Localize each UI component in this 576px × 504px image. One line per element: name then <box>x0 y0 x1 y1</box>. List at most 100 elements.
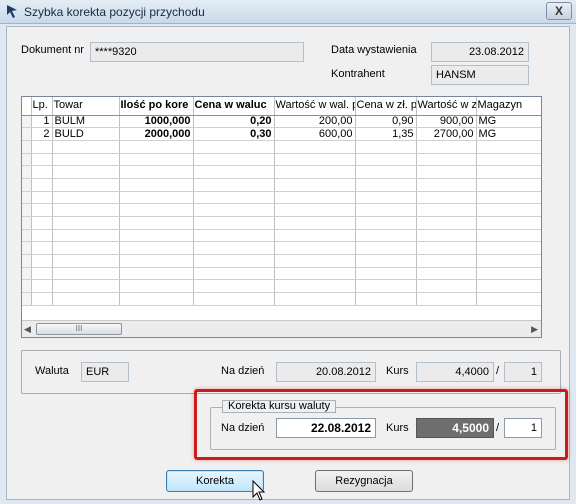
column-header-wartosc-waluta[interactable]: Wartość w wal. p <box>274 97 356 116</box>
column-header-lp[interactable]: Lp. <box>31 97 53 116</box>
empty-cell <box>31 279 53 294</box>
empty-cell <box>416 241 477 256</box>
cell-wartosc-waluta: 600,00 <box>274 127 356 141</box>
empty-cell <box>31 229 53 243</box>
empty-cell <box>193 229 275 243</box>
rezygnacja-button[interactable]: Rezygnacja <box>315 470 413 492</box>
empty-cell <box>31 203 53 217</box>
empty-table-row <box>22 267 541 281</box>
empty-cell <box>274 229 356 243</box>
empty-cell <box>52 229 120 243</box>
mouse-cursor-icon <box>252 480 266 501</box>
table-row[interactable]: 2 BULD 2000,000 0,30 600,00 1,35 2700,00… <box>22 127 541 141</box>
empty-cell <box>119 153 194 167</box>
empty-cell <box>193 191 275 205</box>
cell-cena-waluta[interactable]: 0,20 <box>193 115 275 129</box>
korekta-button[interactable]: Korekta <box>166 470 264 492</box>
empty-cell <box>355 229 417 243</box>
data-wystawienia-label: Data wystawienia <box>331 44 417 56</box>
empty-cell <box>416 279 477 294</box>
cell-cena-waluta[interactable]: 0,30 <box>193 127 275 141</box>
empty-cell <box>274 203 356 217</box>
empty-cell <box>355 178 417 192</box>
horizontal-scrollbar[interactable]: ◀ III ▶ <box>22 320 541 337</box>
empty-cell <box>22 241 32 256</box>
empty-cell <box>22 178 32 192</box>
kontrahent-field: HANSM <box>431 65 529 85</box>
empty-cell <box>22 279 32 294</box>
empty-cell <box>31 254 53 268</box>
column-header-wartosc-zl[interactable]: Wartość w zł. p <box>416 97 477 116</box>
column-header-magazyn[interactable]: Magazyn <box>476 97 541 116</box>
empty-cell <box>416 292 477 306</box>
empty-cell <box>193 267 275 281</box>
empty-cell <box>52 254 120 268</box>
empty-cell <box>476 292 541 306</box>
cell-ilosc[interactable]: 1000,000 <box>119 115 194 129</box>
empty-cell <box>355 292 417 306</box>
cell-magazyn: MG <box>476 115 541 129</box>
empty-rows <box>22 140 541 306</box>
empty-table-row <box>22 140 541 154</box>
empty-cell <box>416 267 477 281</box>
positions-grid[interactable]: Lp. Towar Ilość po kore Cena w waluc War… <box>21 96 542 338</box>
empty-cell <box>476 165 541 179</box>
empty-cell <box>355 165 417 179</box>
empty-cell <box>22 203 32 217</box>
empty-cell <box>52 165 120 179</box>
waluta-field: EUR <box>81 362 129 382</box>
empty-cell <box>274 153 356 167</box>
close-button[interactable]: X <box>546 2 572 20</box>
empty-cell <box>22 267 32 281</box>
scroll-right-arrow-icon[interactable]: ▶ <box>531 324 538 335</box>
kurs-unit-field: 1 <box>504 362 542 382</box>
empty-cell <box>22 140 32 154</box>
empty-cell <box>355 140 417 154</box>
empty-table-row <box>22 178 541 192</box>
empty-cell <box>355 254 417 268</box>
empty-cell <box>274 178 356 192</box>
data-wystawienia-field: 23.08.2012 <box>431 42 529 62</box>
empty-cell <box>31 153 53 167</box>
empty-cell <box>193 279 275 294</box>
empty-cell <box>31 292 53 306</box>
table-header-row: Lp. Towar Ilość po kore Cena w waluc War… <box>22 97 541 116</box>
empty-cell <box>355 241 417 256</box>
positions-table: Lp. Towar Ilość po kore Cena w waluc War… <box>22 97 541 306</box>
empty-table-row <box>22 165 541 179</box>
row-indicator <box>22 115 32 129</box>
column-header-towar[interactable]: Towar <box>52 97 120 116</box>
cell-ilosc[interactable]: 2000,000 <box>119 127 194 141</box>
empty-cell <box>119 229 194 243</box>
empty-cell <box>119 178 194 192</box>
empty-table-row <box>22 216 541 230</box>
empty-cell <box>119 140 194 154</box>
empty-cell <box>31 140 53 154</box>
empty-cell <box>476 241 541 256</box>
kurs-separator: / <box>496 365 500 377</box>
empty-cell <box>22 165 32 179</box>
empty-cell <box>476 153 541 167</box>
empty-cell <box>193 165 275 179</box>
empty-cell <box>416 254 477 268</box>
column-header-cena-waluta[interactable]: Cena w waluc <box>193 97 275 116</box>
cell-lp: 1 <box>31 115 53 129</box>
empty-cell <box>52 279 120 294</box>
empty-table-row <box>22 153 541 167</box>
table-row[interactable]: 1 BULM 1000,000 0,20 200,00 0,90 900,00 … <box>22 115 541 129</box>
cell-wartosc-zl: 900,00 <box>416 115 477 129</box>
empty-cell <box>355 216 417 230</box>
kontrahent-label: Kontrahent <box>331 68 385 80</box>
column-header-cena-zl[interactable]: Cena w zł. p <box>355 97 417 116</box>
empty-cell <box>52 216 120 230</box>
empty-cell <box>476 191 541 205</box>
scroll-left-arrow-icon[interactable]: ◀ <box>24 324 31 335</box>
empty-cell <box>193 153 275 167</box>
empty-cell <box>31 216 53 230</box>
empty-cell <box>274 292 356 306</box>
column-header-ilosc[interactable]: Ilość po kore <box>119 97 194 116</box>
empty-cell <box>193 254 275 268</box>
empty-cell <box>52 153 120 167</box>
scroll-thumb[interactable]: III <box>36 323 122 335</box>
empty-cell <box>22 292 32 306</box>
